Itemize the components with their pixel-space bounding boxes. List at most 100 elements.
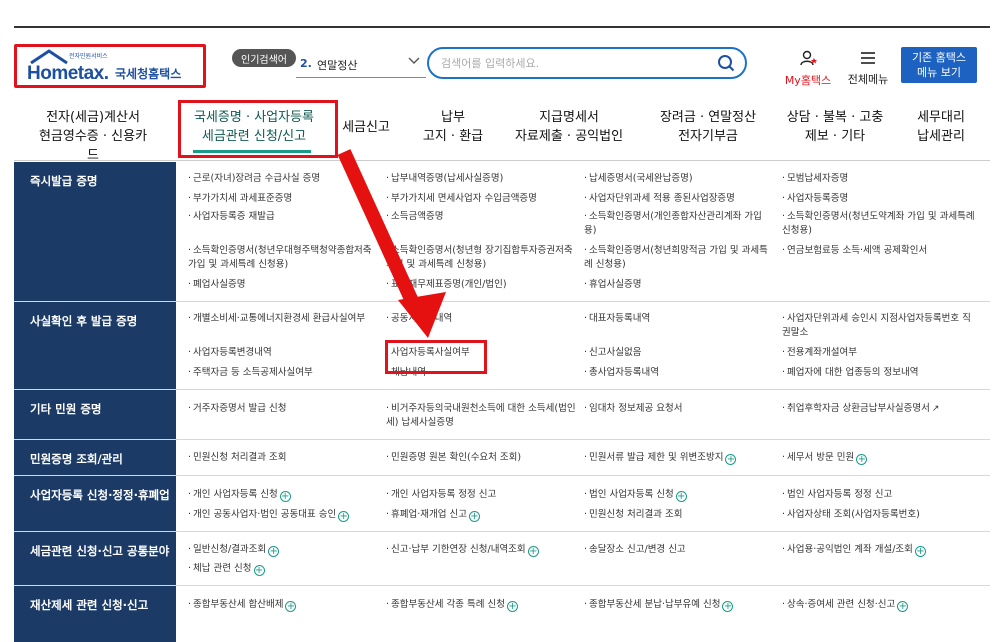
menu-link[interactable]: 공동사업자내역 [386, 312, 576, 326]
menu-link[interactable]: 신고·납부 기한연장 신청/내역조회+ [386, 543, 582, 557]
menu-link[interactable]: 개인 사업자등록 신청+ [188, 488, 378, 502]
menu-link[interactable]: 주택자금 등 소득공제사실여부 [188, 366, 378, 380]
search-icon[interactable] [717, 54, 735, 72]
table-row: 재산제세 관련 신청·신고 종합부동산세 합산배제+ 종합부동산세 각종 특례 … [14, 586, 990, 642]
menu-link-label: 일반신청/결과조회 [193, 544, 267, 555]
table-row: 민원증명 조회/관리 민원신청 처리결과 조회 민원증명 원본 확인(수요처 조… [14, 440, 990, 476]
menu-link[interactable]: 총사업자등록내역 [584, 366, 774, 380]
menu-link[interactable]: 세무서 방문 민원+ [782, 451, 977, 465]
search-box[interactable] [427, 47, 747, 79]
row-header: 사실확인 후 발급 증명 [14, 302, 176, 389]
menu-link[interactable]: 임대차 정보제공 요청서 [584, 402, 774, 416]
nav-tab-line1: 전자(세금)계산서 [46, 110, 140, 125]
menu-link[interactable]: 부가가치세 면세사업자 수입금액증명 [386, 192, 576, 206]
menu-link[interactable]: 소득확인증명서(청년도약계좌 가입 및 과세특례 신청용) [782, 210, 977, 238]
chevron-down-icon[interactable] [408, 56, 420, 69]
menu-link[interactable]: 휴업사실증명 [584, 278, 774, 292]
nav-tab-consulting[interactable]: 상담 · 불복 · 고충 제보 · 기타 [780, 108, 890, 146]
menu-link[interactable]: 사업자상태 조회(사업자등록번호) [782, 508, 982, 522]
menu-link[interactable]: 비거주자등의국내원천소득에 대한 소득세(법인세) 납세사실증명 [386, 402, 576, 430]
nav-tab-line2: 자료제출 · 공익법인 [514, 129, 624, 144]
menu-link[interactable]: 개별소비세·교통에너지환경세 환급사실여부 [188, 312, 378, 326]
menu-link[interactable]: 민원신청 처리결과 조회 [188, 451, 378, 465]
nav-tab-tax-return[interactable]: 세금신고 [334, 118, 398, 137]
plus-icon[interactable]: + [506, 601, 518, 612]
menu-link-label: 사업용·공익법인 계좌 개설/조회 [787, 544, 913, 555]
menu-link[interactable]: 사업자등록변경내역 [188, 346, 378, 360]
menu-link[interactable]: 폐업자에 대한 업종등의 정보내역 [782, 366, 977, 380]
plus-icon[interactable]: + [897, 601, 909, 612]
plus-icon[interactable]: + [725, 454, 737, 465]
nav-tab-tax-agent[interactable]: 세무대리 납세관리 [906, 108, 976, 146]
menu-link[interactable]: 종합부동산세 분납·납부유예 신청+ [584, 598, 780, 612]
hometax-logo[interactable]: 전자민원서비스 Hometax. 국세청홈택스 [14, 44, 206, 88]
menu-link[interactable]: 법인 사업자등록 정정 신고 [782, 488, 977, 502]
menu-link[interactable]: 종합부동산세 각종 특례 신청+ [386, 598, 576, 612]
menu-link[interactable]: 종합부동산세 합산배제+ [188, 598, 378, 612]
menu-link[interactable]: 취업후학자금 상환금납부사실증명서↗ [782, 402, 982, 416]
menu-link[interactable]: 소득확인증명서(청년희망적금 가입 및 과세특례 신청용) [584, 244, 774, 272]
all-menu-label: 전체메뉴 [847, 73, 889, 86]
search-input[interactable] [441, 55, 701, 71]
menu-link[interactable]: 납부내역증명(납세사실증명) [386, 172, 576, 186]
top-border [14, 26, 990, 28]
menu-link[interactable]: 납세증명서(국세완납증명) [584, 172, 774, 186]
menu-link-label: 휴폐업·재개업 신고 [391, 509, 467, 520]
menu-link[interactable]: 개인 공동사업자·법인 공동대표 승인+ [188, 508, 384, 522]
plus-icon[interactable]: + [527, 546, 539, 557]
plus-icon[interactable]: + [338, 511, 350, 522]
menu-link[interactable]: 일반신청/결과조회+ [188, 543, 378, 557]
plus-icon[interactable]: + [285, 601, 297, 612]
nav-tab-line2: 고지 · 환급 [422, 129, 484, 144]
plus-icon[interactable]: + [914, 546, 926, 557]
menu-link[interactable]: 사업용·공익법인 계좌 개설/조회+ [782, 543, 982, 557]
menu-link[interactable]: 소득금액증명 [386, 210, 576, 224]
all-menu-button[interactable]: 전체메뉴 [844, 50, 892, 87]
popular-search-term[interactable]: 연말정산 [317, 57, 357, 73]
row-header: 즉시발급 증명 [14, 162, 176, 301]
menu-link[interactable]: 민원서류 발급 제한 및 위변조방지+ [584, 451, 779, 465]
nav-tab-payment-statement[interactable]: 지급명세서 자료제출 · 공익법인 [509, 108, 629, 146]
menu-link[interactable]: 신고사실없음 [584, 346, 774, 360]
menu-link[interactable]: 상속·증여세 관련 신청·신고+ [782, 598, 982, 612]
menu-link[interactable]: 사업자등록증 재발급 [188, 210, 378, 224]
menu-link[interactable]: 사업자단위과세 승인시 지점사업자등록번호 직권말소 [782, 312, 977, 340]
menu-link[interactable]: 소득확인증명서(개인종합자산관리계좌 가입용) [584, 210, 774, 238]
nav-tab-incentives[interactable]: 장려금 · 연말정산 전자기부금 [648, 108, 768, 146]
plus-icon[interactable]: + [722, 601, 734, 612]
menu-link[interactable]: 사업자단위과세 적용 종된사업장증명 [584, 192, 774, 206]
menu-link[interactable]: 대표자등록내역 [584, 312, 774, 326]
menu-link[interactable]: 소득확인증명서(청년우대형주택청약종합저축 가입 및 과세특례 신청용) [188, 244, 378, 272]
menu-link[interactable]: 거주자증명서 발급 신청 [188, 402, 378, 416]
menu-link[interactable]: 폐업사실증명 [188, 278, 378, 292]
menu-link[interactable]: 휴폐업·재개업 신고+ [386, 508, 576, 522]
menu-link-label: 개인 사업자등록 신청 [193, 489, 278, 500]
menu-link[interactable]: 연금보험료등 소득·세액 공제확인서 [782, 244, 977, 258]
menu-link[interactable]: 민원신청 처리결과 조회 [584, 508, 774, 522]
popular-search-underline [296, 77, 426, 78]
menu-link[interactable]: 송달장소 신고/변경 신고 [584, 543, 774, 557]
nav-tab-einvoice[interactable]: 전자(세금)계산서 현금영수증 · 신용카드 [34, 108, 152, 165]
nav-tab-payment[interactable]: 납부 고지 · 환급 [414, 108, 492, 146]
plus-icon[interactable]: + [469, 511, 480, 522]
menu-link[interactable]: 모범납세자증명 [782, 172, 977, 186]
menu-link[interactable]: 법인 사업자등록 신청+ [584, 488, 774, 502]
menu-link[interactable]: 전용계좌개설여부 [782, 346, 977, 360]
menu-link[interactable]: 체납 관련 신청+ [188, 562, 378, 576]
menu-link[interactable]: 소득확인증명서(청년형 장기집합투자증권저축 가입 및 과세특례 신청용) [386, 244, 576, 272]
plus-icon[interactable]: + [279, 491, 291, 502]
table-row: 세금관련 신청·신고 공통분야 일반신청/결과조회+ 신고·납부 기한연장 신청… [14, 532, 990, 586]
menu-link[interactable]: 표준재무제표증명(개인/법인) [386, 278, 576, 292]
menu-link[interactable]: 근로(자녀)장려금 수급사실 증명 [188, 172, 378, 186]
menu-link[interactable]: 사업자등록증명 [782, 192, 977, 206]
menu-link[interactable]: 민원증명 원본 확인(수요처 조회) [386, 451, 576, 465]
menu-link[interactable]: 개인 사업자등록 정정 신고 [386, 488, 576, 502]
legacy-menu-line1: 기존 홈택스 [911, 51, 967, 64]
plus-icon[interactable]: + [253, 565, 265, 576]
plus-icon[interactable]: + [856, 454, 868, 465]
legacy-menu-button[interactable]: 기존 홈택스 메뉴 보기 [901, 47, 977, 83]
my-hometax-button[interactable]: My홈택스 [782, 50, 834, 88]
plus-icon[interactable]: + [675, 491, 687, 502]
plus-icon[interactable]: + [268, 546, 280, 557]
menu-link[interactable]: 부가가치세 과세표준증명 [188, 192, 378, 206]
